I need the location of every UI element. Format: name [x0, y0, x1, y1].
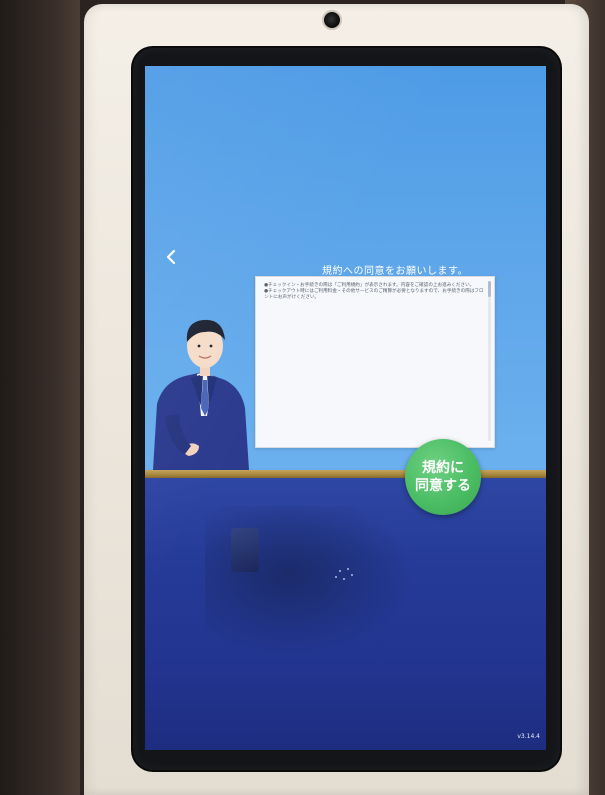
dot [339, 570, 341, 572]
agree-button[interactable]: 規約に 同意する [405, 439, 481, 515]
reflection-phone [231, 528, 259, 572]
agree-button-line2: 同意する [415, 478, 471, 494]
terms-line-2: ●チェックアウト時にはご利用料金・その他サービスのご精算が必要となりますので、お… [264, 289, 484, 300]
terms-text-box[interactable]: ●チェックイン・お手続きの際は「ご利用規約」が表示されます。内容をご確認の上お進… [255, 276, 495, 448]
staff-illustration [153, 319, 249, 470]
chevron-left-icon-svg [166, 249, 176, 265]
dot [335, 576, 337, 578]
kiosk-screen: 規約への同意をお願いします。 ●チェックイン・お手続きの際は「ご利用規約」が表示… [145, 66, 546, 750]
loading-dots [333, 566, 357, 584]
chevron-left-icon[interactable] [165, 248, 177, 266]
dot [347, 568, 349, 570]
dot [343, 578, 345, 580]
background-wall-left [0, 0, 80, 795]
agree-button-line1: 規約に [422, 460, 464, 476]
terms-scrollbar-track[interactable] [488, 281, 491, 441]
app-version: v3.14.4 [517, 733, 540, 740]
page-title: 規約への同意をお願いします。 [322, 266, 468, 277]
photo-scene: 規約への同意をお願いします。 ●チェックイン・お手続きの際は「ご利用規約」が表示… [0, 0, 605, 795]
terms-scrollbar-thumb[interactable] [488, 281, 491, 297]
dot [351, 574, 353, 576]
kiosk-camera [322, 10, 342, 30]
divider-gold-band [145, 470, 546, 478]
